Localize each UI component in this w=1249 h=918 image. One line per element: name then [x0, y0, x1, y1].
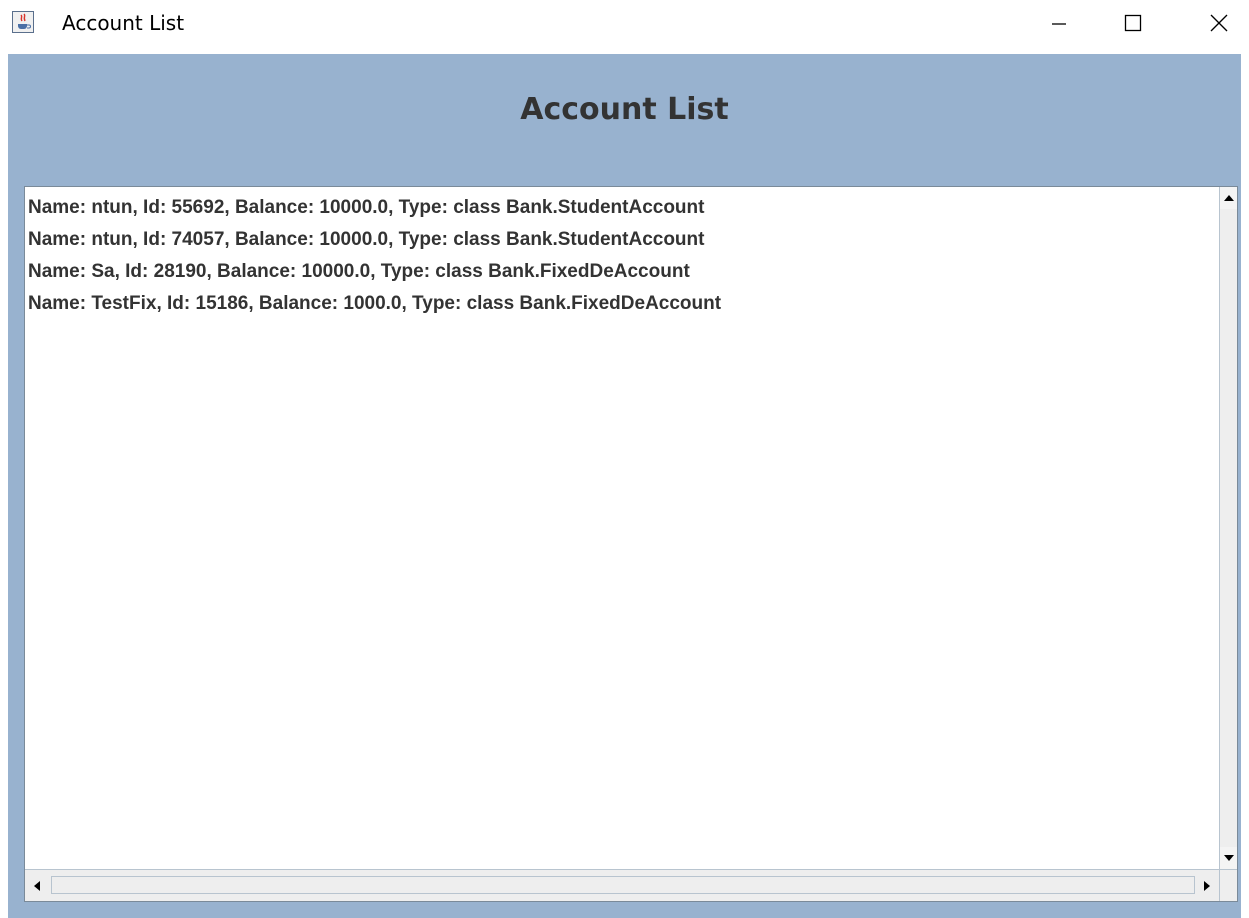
page-title: Account List [520, 92, 729, 127]
triangle-down-icon [1223, 855, 1234, 861]
horizontal-scroll-thumb[interactable] [51, 876, 1195, 894]
java-cup-icon [12, 11, 34, 33]
scroll-up-button[interactable] [1220, 187, 1237, 209]
account-list[interactable]: Name: ntun, Id: 55692, Balance: 10000.0,… [25, 187, 1219, 869]
content-pane: Account List Name: ntun, Id: 55692, Bala… [8, 54, 1241, 918]
account-scroll-pane[interactable]: Name: ntun, Id: 55692, Balance: 10000.0,… [24, 186, 1238, 902]
list-item[interactable]: Name: ntun, Id: 55692, Balance: 10000.0,… [28, 197, 704, 219]
scroll-left-button[interactable] [25, 870, 49, 901]
list-item[interactable]: Name: ntun, Id: 74057, Balance: 10000.0,… [28, 229, 704, 251]
list-item[interactable]: Name: TestFix, Id: 15186, Balance: 1000.… [28, 293, 721, 315]
vertical-scrollbar[interactable] [1219, 187, 1237, 869]
minimize-icon [1052, 23, 1066, 25]
triangle-right-icon [1204, 880, 1210, 891]
scroll-right-button[interactable] [1195, 870, 1219, 901]
triangle-up-icon [1223, 195, 1234, 201]
scrollbar-corner [1219, 869, 1237, 901]
maximize-icon [1124, 14, 1142, 32]
close-icon [1210, 14, 1228, 32]
window-title: Account List [62, 11, 185, 35]
minimize-button[interactable] [1029, 0, 1089, 46]
title-bar[interactable]: Account List [0, 0, 1249, 54]
list-item[interactable]: Name: Sa, Id: 28190, Balance: 10000.0, T… [28, 261, 690, 283]
vertical-scroll-track[interactable] [1220, 209, 1237, 847]
triangle-left-icon [34, 880, 40, 891]
account-list-window: Account List Account List Name: ntun, Id… [0, 0, 1249, 918]
close-button[interactable] [1189, 0, 1249, 46]
horizontal-scrollbar[interactable] [25, 869, 1219, 901]
maximize-button[interactable] [1103, 0, 1163, 46]
scroll-down-button[interactable] [1220, 847, 1237, 869]
